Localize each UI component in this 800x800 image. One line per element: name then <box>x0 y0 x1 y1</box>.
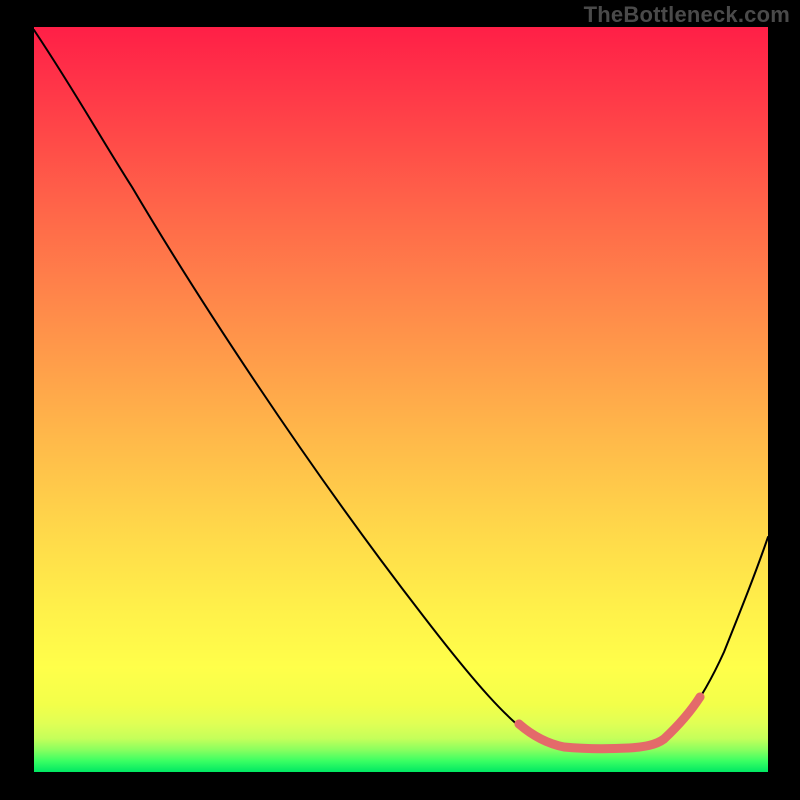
chart-plot-area <box>34 27 768 772</box>
highlight-dot-start <box>515 720 524 729</box>
chart-svg <box>34 27 768 772</box>
watermark-label: TheBottleneck.com <box>584 2 790 28</box>
highlight-dot-end <box>696 693 705 702</box>
gradient-background <box>34 27 768 772</box>
